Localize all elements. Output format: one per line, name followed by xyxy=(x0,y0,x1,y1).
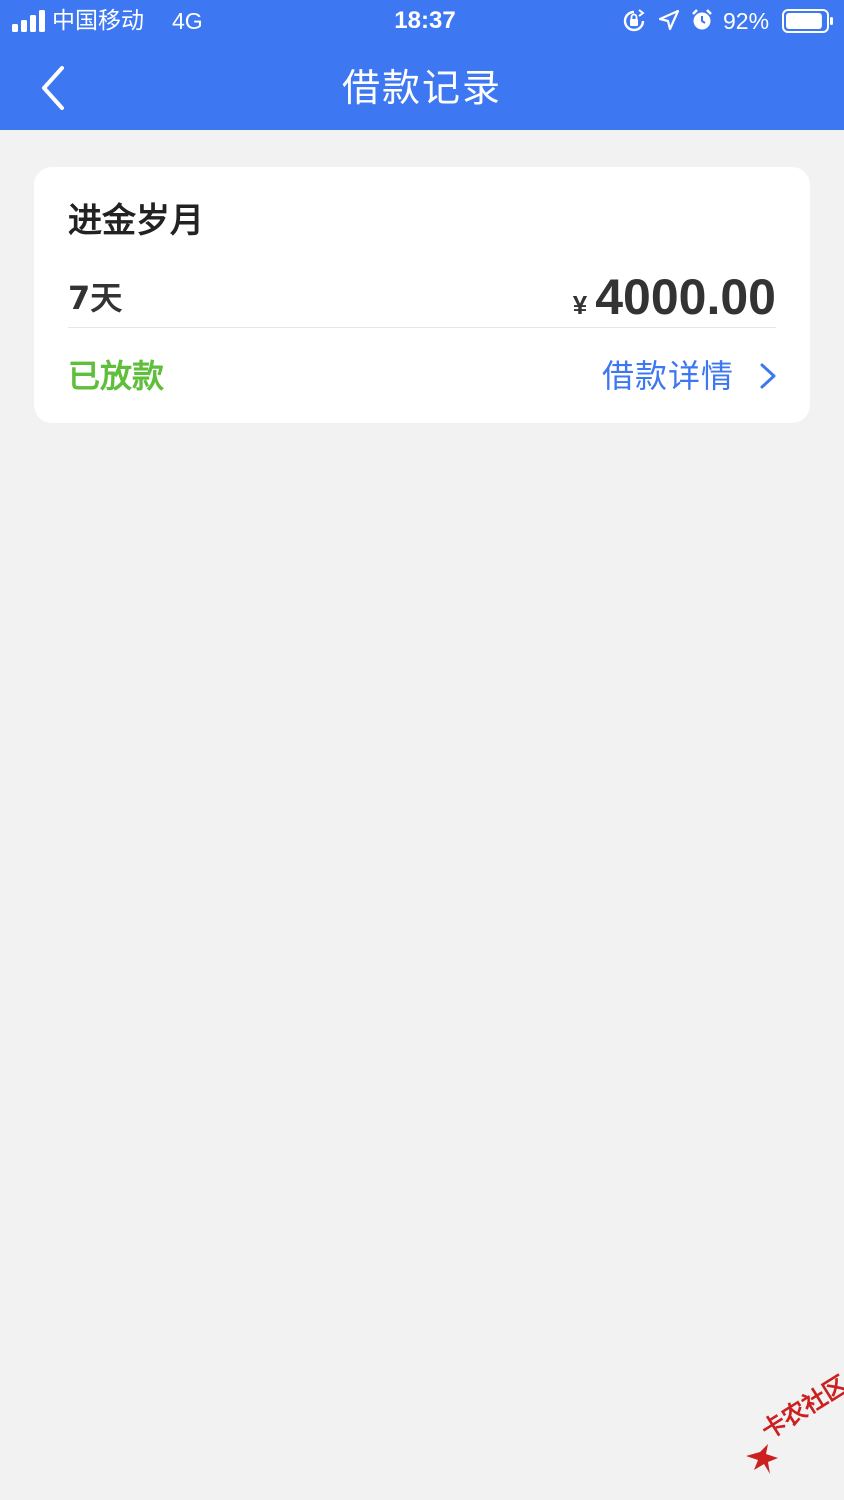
loan-detail-link[interactable]: 借款详情 xyxy=(602,353,780,399)
chevron-left-icon xyxy=(42,66,64,110)
currency-symbol: ¥ xyxy=(572,290,588,320)
top-navigation-bar: 中国移动 4G 18:37 92% 借款记录 xyxy=(0,0,844,130)
page-title: 借款记录 xyxy=(341,66,502,110)
amount-value: 4000.00 xyxy=(595,269,776,325)
carrier-name: 中国移动 xyxy=(52,8,144,34)
signal-icon xyxy=(12,10,45,32)
status-time: 18:37 xyxy=(394,7,456,34)
product-name: 进金岁月 xyxy=(68,201,204,241)
loan-term: 7天 xyxy=(68,279,123,317)
back-button[interactable] xyxy=(26,58,82,118)
battery-icon xyxy=(782,9,833,33)
loan-status: 已放款 xyxy=(68,357,165,395)
orientation-lock-icon xyxy=(623,9,645,32)
location-icon xyxy=(658,9,680,31)
loan-record-card[interactable]: 进金岁月 7天 ¥4000.00 已放款 借款详情 xyxy=(34,167,810,423)
divider xyxy=(68,327,776,328)
status-bar: 中国移动 4G 18:37 92% xyxy=(0,0,844,44)
chevron-right-icon xyxy=(760,363,776,389)
network-type: 4G xyxy=(172,8,203,34)
alarm-icon xyxy=(692,9,712,30)
loan-amount: ¥4000.00 xyxy=(573,265,776,329)
battery-percentage: 92% xyxy=(723,8,770,34)
loan-detail-label: 借款详情 xyxy=(601,357,734,395)
